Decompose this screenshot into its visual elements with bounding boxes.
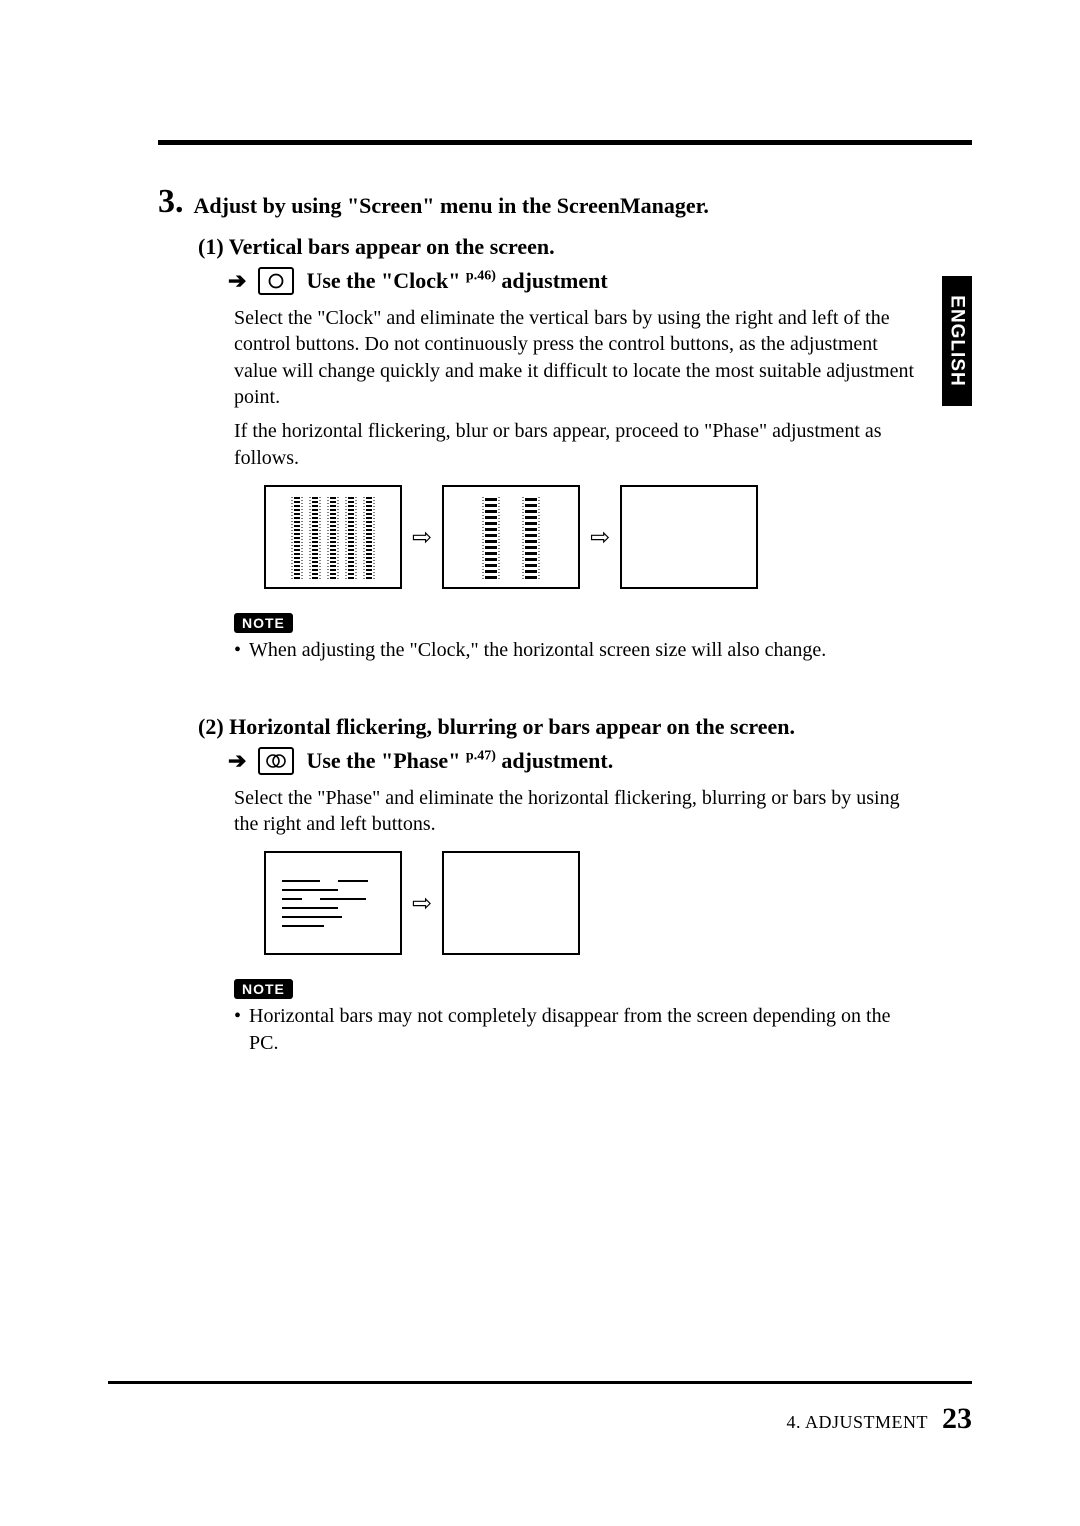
step-number: 3. — [158, 185, 184, 219]
section-2: (2) Horizontal flickering, blurring or b… — [198, 710, 924, 1057]
page-content: 3. Adjust by using "Screen" menu in the … — [158, 185, 972, 1056]
step-title: Adjust by using "Screen" menu in the Scr… — [194, 185, 709, 222]
section-1-note: • When adjusting the "Clock," the horizo… — [234, 637, 924, 663]
action-prefix: Use the "Clock" — [306, 268, 465, 293]
document-page: ENGLISH 3. Adjust by using "Screen" menu… — [0, 0, 1080, 1526]
top-rule — [158, 140, 972, 145]
clock-diagram: ⇨ ⇨ — [264, 485, 924, 589]
phase-osd-icon — [258, 747, 294, 775]
phase-diagram: ⇨ — [264, 851, 924, 955]
section-1-paragraph-1: Select the "Clock" and eliminate the ver… — [234, 305, 924, 411]
flow-arrow-icon: ⇨ — [412, 889, 432, 918]
action-suffix: adjustment. — [496, 748, 613, 773]
bullet-icon: • — [234, 1003, 241, 1056]
footer-chapter: 4. ADJUSTMENT — [786, 1412, 928, 1433]
section-2-action-text: Use the "Phase" p.47) adjustment. — [306, 748, 613, 774]
screen-clear — [442, 851, 580, 955]
section-2-paragraph: Select the "Phase" and eliminate the hor… — [234, 785, 924, 838]
language-tab-text: ENGLISH — [946, 295, 968, 386]
page-ref: p.47) — [466, 748, 496, 763]
flow-arrow-icon: ⇨ — [590, 523, 610, 552]
section-1-action: ➔ Use the "Clock" p.46) adjustment — [228, 267, 924, 295]
clock-osd-icon — [258, 267, 294, 295]
section-2-heading: (2) Horizontal flickering, blurring or b… — [198, 710, 924, 743]
section-2-note: • Horizontal bars may not completely dis… — [234, 1003, 924, 1056]
note-text-content: When adjusting the "Clock," the horizont… — [249, 637, 826, 663]
screen-hlines — [264, 851, 402, 955]
section-1-action-text: Use the "Clock" p.46) adjustment — [306, 268, 607, 294]
language-tab: ENGLISH — [942, 276, 972, 406]
section-2-action: ➔ Use the "Phase" p.47) adjustment. — [228, 747, 924, 775]
note-badge: NOTE — [234, 613, 293, 633]
section-1-paragraph-2: If the horizontal flickering, blur or ba… — [234, 418, 924, 471]
step-heading: 3. Adjust by using "Screen" menu in the … — [158, 185, 924, 222]
arrow-icon: ➔ — [228, 268, 246, 294]
note-badge: NOTE — [234, 979, 293, 999]
page-footer: 4. ADJUSTMENT 23 — [786, 1402, 972, 1436]
bullet-icon: • — [234, 637, 241, 663]
note-text-content: Horizontal bars may not completely disap… — [249, 1003, 924, 1056]
page-ref: p.46) — [466, 268, 496, 283]
screen-clear — [620, 485, 758, 589]
flow-arrow-icon: ⇨ — [412, 523, 432, 552]
bottom-rule — [108, 1381, 972, 1384]
screen-vbars-two — [442, 485, 580, 589]
action-suffix: adjustment — [496, 268, 608, 293]
arrow-icon: ➔ — [228, 748, 246, 774]
section-1: (1) Vertical bars appear on the screen. … — [198, 230, 924, 664]
screen-vbars-many — [264, 485, 402, 589]
action-prefix: Use the "Phase" — [306, 748, 465, 773]
section-1-heading: (1) Vertical bars appear on the screen. — [198, 230, 924, 263]
footer-page-number: 23 — [942, 1402, 972, 1436]
